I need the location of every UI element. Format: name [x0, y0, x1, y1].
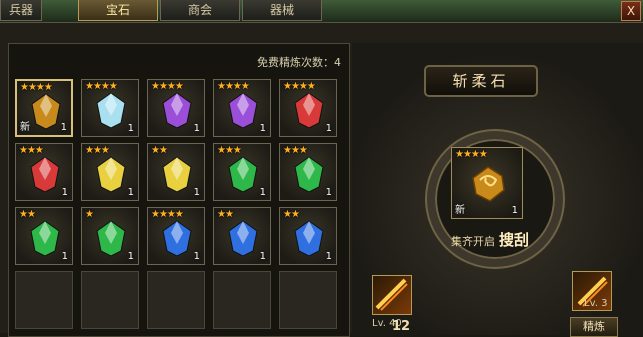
purple-gem-icon — [162, 92, 192, 129]
gem-slot[interactable]: ★★★ 1 — [81, 143, 139, 201]
tab-gems[interactable]: 宝石 — [78, 0, 158, 21]
gem-slot[interactable]: ★ 1 — [81, 207, 139, 265]
gem-slot[interactable]: ★★★★ 新 1 — [15, 79, 73, 137]
gem-slot[interactable]: ★★★★ 1 — [213, 79, 271, 137]
refine-button[interactable]: 精炼 — [570, 317, 618, 337]
gem-count: 1 — [511, 205, 518, 216]
white-gem-icon — [96, 92, 126, 129]
green-gem-icon — [228, 156, 258, 193]
empty-slot[interactable] — [15, 271, 73, 329]
left-skill-icon[interactable] — [372, 275, 412, 315]
selected-gem-slot[interactable]: ★★★★ 新 1 — [451, 147, 523, 219]
gem-inventory: 免费精炼次数：4 ★★★★ 新 1 ★★★★ 1 ★★★★ 1 ★★★★ 1 ★★★★ 1 ★★★ 1 ★… — [8, 43, 350, 337]
empty-slot[interactable] — [81, 271, 139, 329]
gem-slot[interactable]: ★★ 1 — [279, 207, 337, 265]
right-skill-level: Lv. 3 — [584, 298, 608, 309]
blue-gem-icon — [162, 220, 192, 257]
gem-slot[interactable]: ★★★★ 1 — [147, 207, 205, 265]
gem-count: 1 — [325, 123, 332, 134]
gem-slot[interactable]: ★★ 1 — [213, 207, 271, 265]
purple-gem-icon — [228, 92, 258, 129]
gem-count: 1 — [259, 123, 266, 134]
empty-slot[interactable] — [213, 271, 271, 329]
blue-gem-icon — [228, 220, 258, 257]
gem-count: 1 — [259, 187, 266, 198]
selected-gem-title: 斩柔石 — [424, 65, 538, 97]
red-gem-icon — [294, 92, 324, 129]
refine-area: 斩柔石 ★★★★ 新 1 集齐开启 搜刮 Lv. 40 Lv. 3 精炼 12 — [352, 43, 643, 337]
search-label: 搜刮 — [498, 231, 529, 249]
gem-count: 1 — [127, 123, 134, 134]
free-refine-count: 免费精炼次数：4 — [257, 56, 341, 69]
blue-gem-icon — [294, 220, 324, 257]
gem-count: 1 — [127, 251, 134, 262]
collect-search[interactable]: 集齐开启 搜刮 — [435, 229, 545, 250]
gem-panel: 免费精炼次数：4 ★★★★ 新 1 ★★★★ 1 ★★★★ 1 ★★★★ 1 ★★★★ 1 ★★★ 1 ★… — [0, 22, 643, 337]
gem-slot[interactable]: ★★★★ 1 — [81, 79, 139, 137]
tab-guild-shop[interactable]: 商会 — [160, 0, 240, 21]
gem-slot[interactable]: ★★★ 1 — [15, 143, 73, 201]
gem-count: 1 — [325, 187, 332, 198]
gem-count: 1 — [193, 123, 200, 134]
close-button[interactable]: X — [621, 1, 641, 21]
gem-slot[interactable]: ★★★ 1 — [279, 143, 337, 201]
tab-bar: 兵器 宝石 商会 器械 X — [0, 0, 643, 22]
green-gem-icon — [294, 156, 324, 193]
gem-slot[interactable]: ★★★ 1 — [213, 143, 271, 201]
gem-stars: ★★★★ — [455, 149, 488, 160]
tab-weapons[interactable]: 兵器 — [0, 0, 42, 21]
gem-count: 1 — [60, 122, 67, 133]
yellow-gem-icon — [162, 156, 192, 193]
yellow-gem-icon — [96, 156, 126, 193]
gem-slot[interactable]: ★★★★ 1 — [147, 79, 205, 137]
gem-count: 1 — [193, 187, 200, 198]
green-gem-icon — [30, 220, 60, 257]
green-gem-icon — [96, 220, 126, 257]
gem-count: 1 — [193, 251, 200, 262]
empty-slot[interactable] — [279, 271, 337, 329]
gem-slot[interactable]: ★★★★ 1 — [279, 79, 337, 137]
gem-count: 1 — [259, 251, 266, 262]
gem-count: 1 — [61, 251, 68, 262]
gem-count: 1 — [127, 187, 134, 198]
gem-count: 1 — [61, 187, 68, 198]
gem-count: 1 — [325, 251, 332, 262]
red-gem-icon — [30, 156, 60, 193]
new-tag: 新 — [20, 122, 30, 133]
collect-label: 集齐开启 — [450, 235, 495, 248]
gem-slot[interactable]: ★★ 1 — [147, 143, 205, 201]
empty-slot[interactable] — [147, 271, 205, 329]
amber-gem-icon — [472, 166, 505, 202]
new-tag: 新 — [455, 205, 465, 216]
gem-slot[interactable]: ★★ 1 — [15, 207, 73, 265]
slash-icon — [375, 278, 408, 311]
tab-equipment[interactable]: 器械 — [242, 0, 322, 21]
